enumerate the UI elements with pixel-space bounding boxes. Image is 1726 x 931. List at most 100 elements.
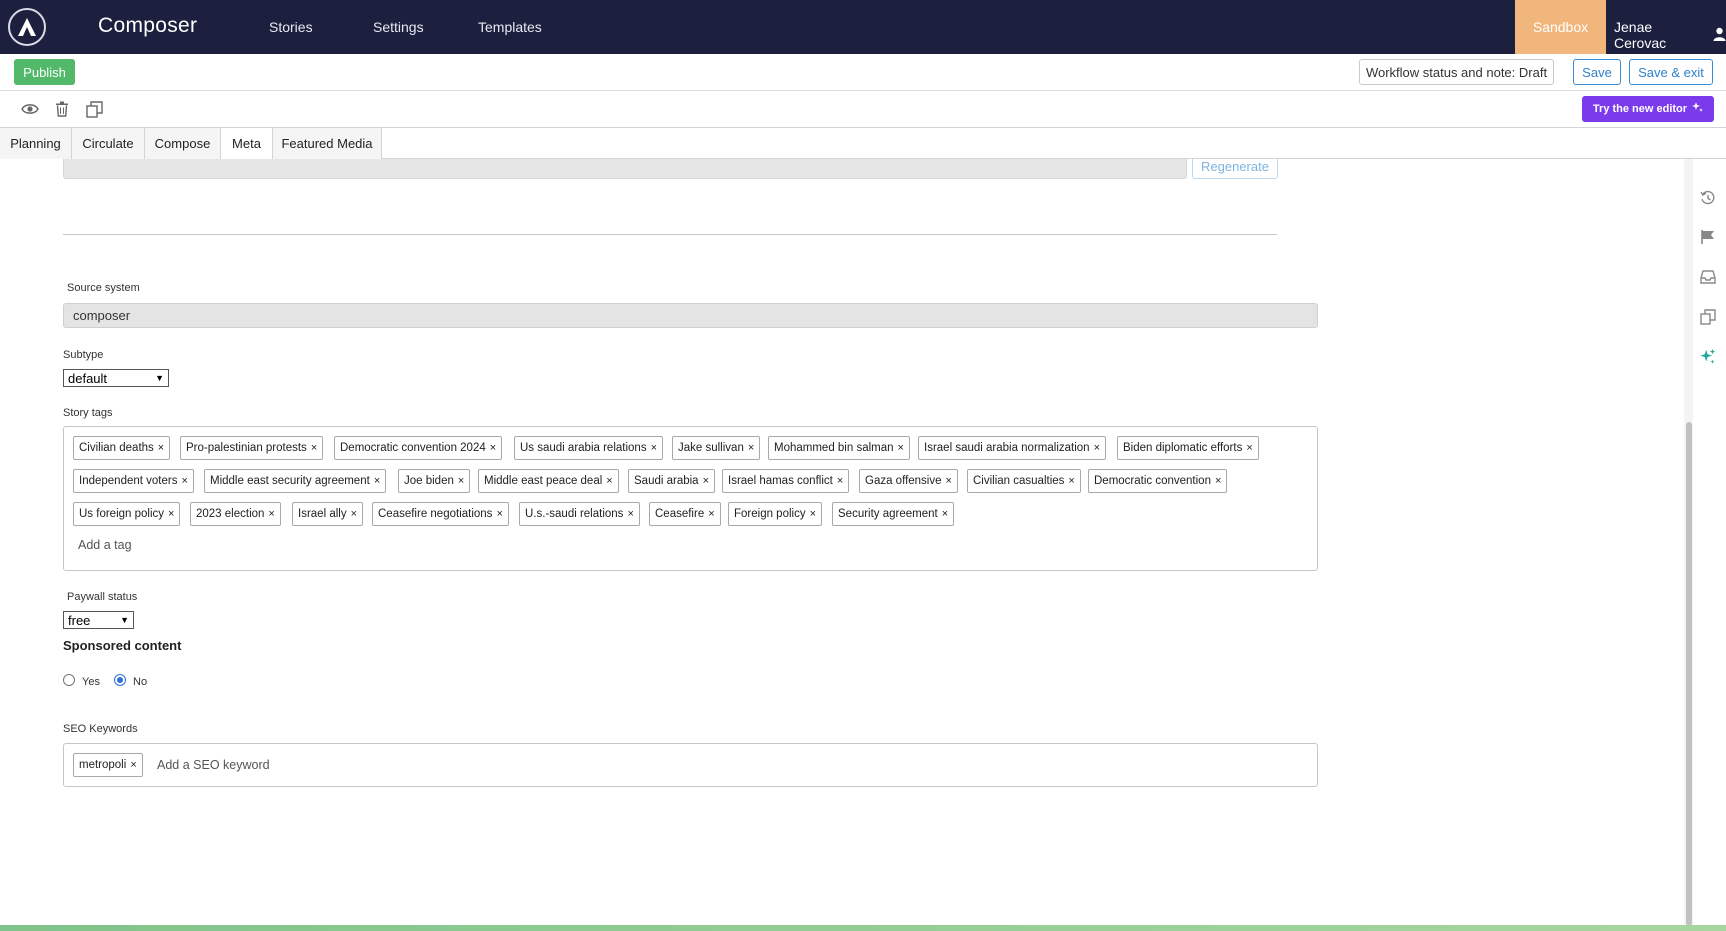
chevron-down-icon: ▼ — [120, 615, 129, 625]
story-tag[interactable]: Ceasefire × — [649, 502, 721, 526]
story-tag[interactable]: Middle east peace deal × — [478, 469, 619, 493]
save-exit-button[interactable]: Save & exit — [1629, 59, 1713, 85]
subtype-select[interactable]: default ▼ — [63, 369, 169, 387]
remove-tag-icon: × — [702, 475, 710, 487]
subtype-value: default — [68, 370, 108, 386]
story-tag[interactable]: Saudi arabia × — [628, 469, 716, 493]
bottom-status-strip — [0, 925, 1726, 931]
story-tag[interactable]: Civilian casualties × — [967, 469, 1081, 493]
user-menu[interactable]: Jenae Cerovac — [1614, 19, 1726, 51]
generated-field[interactable] — [63, 159, 1187, 179]
remove-tag-icon: × — [350, 508, 358, 520]
section-divider — [63, 234, 1277, 235]
remove-tag-icon: × — [708, 508, 715, 520]
story-tag[interactable]: Us saudi arabia relations × — [514, 436, 664, 460]
remove-tag-icon: × — [836, 475, 844, 487]
nav-settings[interactable]: Settings — [373, 19, 424, 35]
remove-tag-icon: × — [897, 442, 904, 454]
trash-icon[interactable] — [52, 99, 72, 119]
story-tags-label: Story tags — [63, 407, 113, 419]
tool-row — [0, 91, 1726, 127]
subtype-label: Subtype — [63, 349, 104, 361]
story-tag[interactable]: Civilian deaths × — [73, 436, 171, 460]
story-tag[interactable]: Ceasefire negotiations × — [372, 502, 509, 526]
remove-tag-icon: × — [268, 508, 275, 520]
sponsored-yes-radio[interactable] — [63, 674, 75, 686]
sponsored-yes-label: Yes — [82, 676, 100, 688]
top-navbar: Composer Stories Settings Templates Sand… — [0, 0, 1726, 54]
story-tag[interactable]: U.s.-saudi relations × — [519, 502, 640, 526]
story-tag[interactable]: Foreign policy × — [728, 502, 823, 526]
remove-tag-icon: × — [373, 475, 381, 487]
story-tag[interactable]: Gaza offensive × — [859, 469, 958, 493]
sponsored-no-label: No — [133, 676, 148, 688]
remove-tag-icon: × — [489, 442, 497, 454]
remove-tag-icon: × — [457, 475, 465, 487]
paywall-status-label: Paywall status — [67, 591, 138, 603]
story-tag[interactable]: Mohammed bin salman × — [768, 436, 910, 460]
remove-tag-icon: × — [650, 442, 658, 454]
remove-tag-icon: × — [945, 475, 952, 487]
remove-tag-icon: × — [168, 508, 175, 520]
story-tag[interactable]: Independent voters × — [73, 469, 194, 493]
duplicate-icon[interactable] — [84, 99, 104, 119]
inbox-icon[interactable] — [1699, 268, 1717, 286]
story-tag[interactable]: Israel saudi arabia normalization × — [918, 436, 1106, 460]
remove-tag-icon: × — [1093, 442, 1100, 454]
composer-app: Composer Stories Settings Templates Sand… — [0, 0, 1726, 931]
tab-compose[interactable]: Compose — [145, 128, 221, 159]
regenerate-button[interactable]: Regenerate — [1192, 159, 1278, 179]
story-tag[interactable]: Biden diplomatic efforts × — [1117, 436, 1259, 460]
nav-stories[interactable]: Stories — [269, 19, 313, 35]
seo-keywords-label: SEO Keywords — [63, 723, 138, 735]
sparkle-icon — [1692, 102, 1704, 116]
story-tag[interactable]: Us foreign policy × — [73, 502, 181, 526]
story-tag[interactable]: Security agreement × — [832, 502, 955, 526]
remove-tag-icon: × — [747, 442, 755, 454]
remove-tag-icon: × — [310, 442, 318, 454]
remove-tag-icon: × — [181, 475, 188, 487]
flag-icon[interactable] — [1699, 228, 1717, 246]
app-title: Composer — [98, 14, 198, 37]
tab-planning[interactable]: Planning — [0, 128, 72, 159]
remove-tag-icon: × — [627, 508, 634, 520]
story-tag[interactable]: Democratic convention 2024 × — [334, 436, 503, 460]
story-tag[interactable]: Jake sullivan × — [672, 436, 761, 460]
story-tags-input[interactable]: Civilian deaths × Pro-palestinian protest… — [63, 426, 1318, 571]
user-icon — [1713, 27, 1726, 44]
publish-button[interactable]: Publish — [14, 59, 75, 85]
tab-meta[interactable]: Meta — [221, 128, 273, 159]
remove-tag-icon: × — [130, 759, 137, 771]
sponsored-no-radio[interactable] — [114, 674, 126, 686]
story-tag[interactable]: Joe biden × — [398, 469, 471, 493]
history-icon[interactable] — [1699, 189, 1717, 207]
story-tag[interactable]: Israel ally × — [292, 502, 364, 526]
app-logo-icon[interactable] — [8, 8, 46, 46]
add-seo-keyword-input[interactable]: Add a SEO keyword — [157, 758, 270, 772]
tab-circulate[interactable]: Circulate — [72, 128, 145, 159]
story-tag[interactable]: Democratic convention × — [1088, 469, 1228, 493]
remove-tag-icon: × — [496, 508, 503, 520]
nav-templates[interactable]: Templates — [478, 19, 542, 35]
save-button[interactable]: Save — [1573, 59, 1621, 85]
workflow-status-button[interactable]: Workflow status and note: Draft — [1359, 59, 1554, 85]
remove-tag-icon: × — [1068, 475, 1075, 487]
story-tag[interactable]: Pro-palestinian protests × — [180, 436, 324, 460]
ai-sparkle-icon[interactable] — [1699, 348, 1717, 366]
story-tag[interactable]: Israel hamas conflict × — [722, 469, 850, 493]
tab-featured-media[interactable]: Featured Media — [273, 128, 382, 159]
seo-keyword-tag[interactable]: metropoli × — [73, 753, 143, 777]
story-tag[interactable]: Middle east security agreement × — [204, 469, 387, 493]
right-sidebar — [1690, 159, 1726, 931]
sponsored-content-label: Sponsored content — [63, 638, 182, 653]
add-tag-input[interactable]: Add a tag — [78, 538, 132, 552]
preview-eye-icon[interactable] — [20, 99, 40, 119]
try-new-editor-button[interactable]: Try the new editor — [1582, 96, 1714, 122]
story-tag[interactable]: 2023 election × — [190, 502, 281, 526]
source-system-field: composer — [63, 303, 1318, 328]
duplicate-icon[interactable] — [1699, 308, 1717, 326]
source-system-label: Source system — [67, 282, 140, 294]
seo-keywords-input[interactable]: metropoli × Add a SEO keyword — [63, 743, 1318, 787]
editor-tabs: Planning Circulate Compose Meta Featured… — [0, 127, 1726, 159]
paywall-status-select[interactable]: free ▼ — [63, 611, 134, 629]
